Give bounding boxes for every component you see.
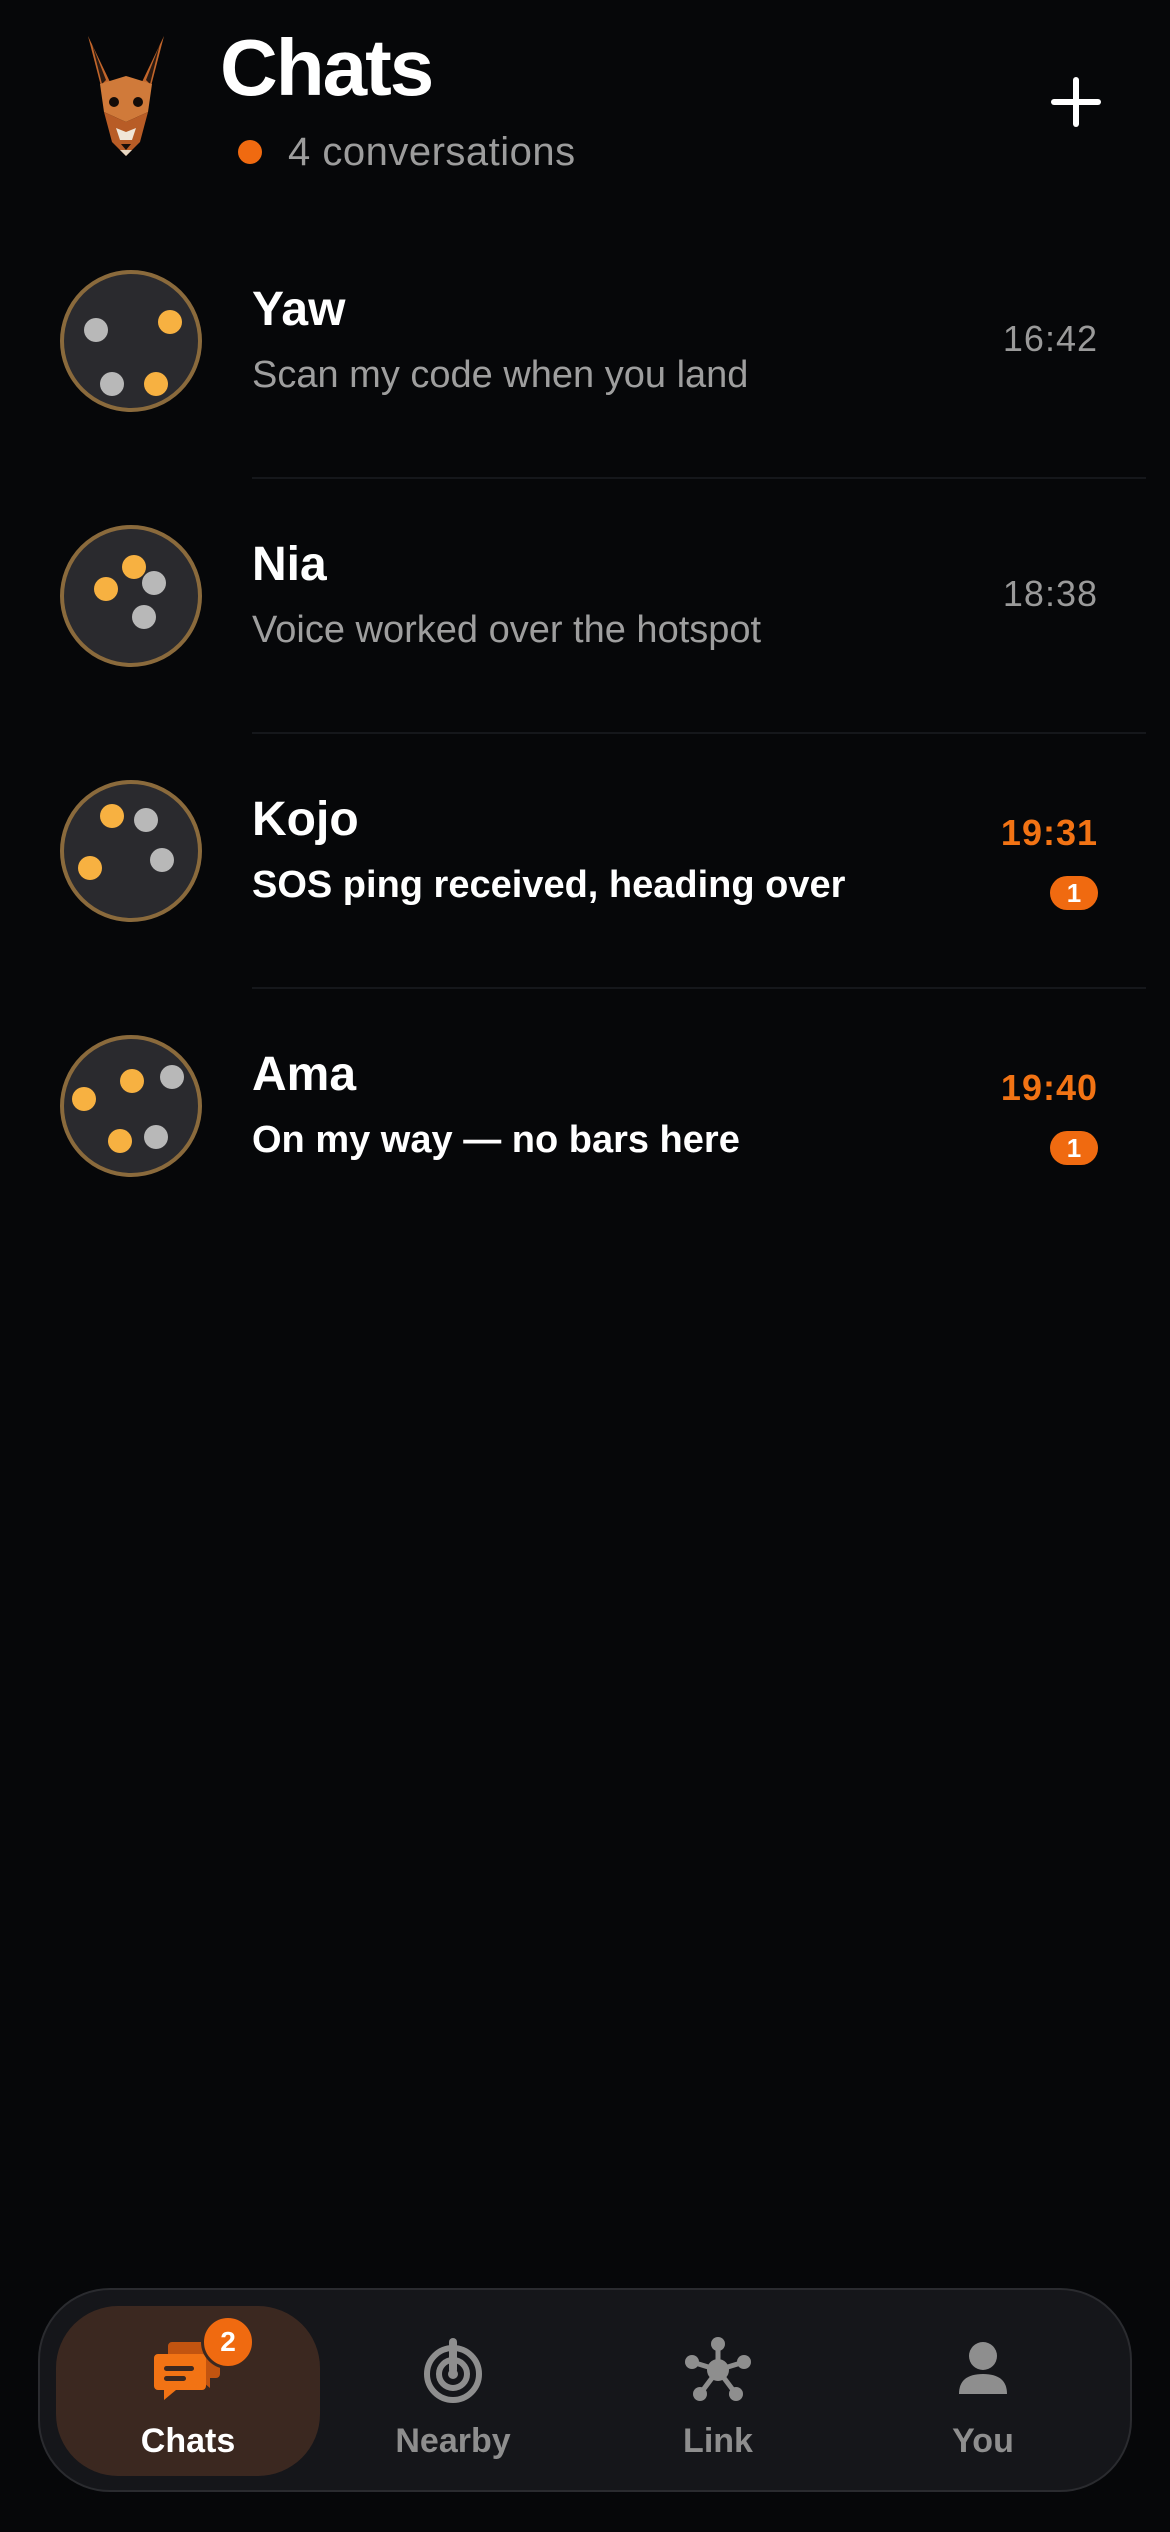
tab-you[interactable]: You <box>851 2306 1115 2476</box>
avatar <box>60 1035 202 1177</box>
tab-label: Link <box>683 2422 753 2460</box>
unread-badge: 1 <box>1050 1131 1098 1165</box>
chat-time: 19:40 <box>1000 1067 1098 1108</box>
tab-link[interactable]: Link <box>586 2306 850 2476</box>
new-chat-button[interactable] <box>1036 62 1116 142</box>
plus-icon <box>1051 77 1101 127</box>
chat-row-kojo[interactable]: Kojo SOS ping received, heading over 19:… <box>0 734 1170 989</box>
chat-row-nia[interactable]: Nia Voice worked over the hotspot 18:38 <box>0 479 1170 734</box>
app-header: Chats 4 conversations <box>0 0 1170 220</box>
chat-preview: SOS ping received, heading over <box>252 864 846 906</box>
chat-name: Yaw <box>252 283 346 336</box>
avatar <box>60 525 202 667</box>
radar-icon <box>424 2338 482 2403</box>
person-icon <box>959 2342 1007 2394</box>
mesh-network-icon <box>685 2337 751 2401</box>
chat-preview: Scan my code when you land <box>252 354 749 396</box>
chat-time: 16:42 <box>1002 318 1098 359</box>
avatar <box>60 270 202 412</box>
unread-badge: 1 <box>1050 876 1098 910</box>
conversation-count-label: 4 conversations <box>288 129 576 174</box>
chat-name: Kojo <box>252 793 359 846</box>
chat-name: Ama <box>252 1048 357 1101</box>
chat-list: Yaw Scan my code when you land 16:42 Nia… <box>0 224 1170 1244</box>
chat-time: 19:31 <box>1000 812 1098 853</box>
tab-badge: 2 <box>201 2315 255 2369</box>
bottom-tab-bar: 2 Chats Nearby Link You <box>38 2288 1132 2492</box>
tab-chats[interactable]: 2 Chats <box>56 2306 320 2476</box>
conversation-count: 4 conversations <box>238 124 576 180</box>
chat-preview: On my way — no bars here <box>252 1119 740 1161</box>
tab-label: Nearby <box>395 2422 511 2460</box>
page-title: Chats <box>220 23 434 112</box>
tab-label: Chats <box>140 2422 236 2460</box>
chat-name: Nia <box>252 538 327 591</box>
tab-label: You <box>952 2422 1014 2460</box>
chat-preview: Voice worked over the hotspot <box>252 609 762 651</box>
tab-nearby[interactable]: Nearby <box>321 2306 585 2476</box>
chat-row-ama[interactable]: Ama On my way — no bars here 19:40 1 <box>0 989 1170 1244</box>
kangaroo-logo-icon <box>88 36 164 156</box>
chat-time: 18:38 <box>1002 573 1098 614</box>
avatar <box>60 780 202 922</box>
status-dot <box>238 140 262 164</box>
chat-row-yaw[interactable]: Yaw Scan my code when you land 16:42 <box>0 224 1170 479</box>
